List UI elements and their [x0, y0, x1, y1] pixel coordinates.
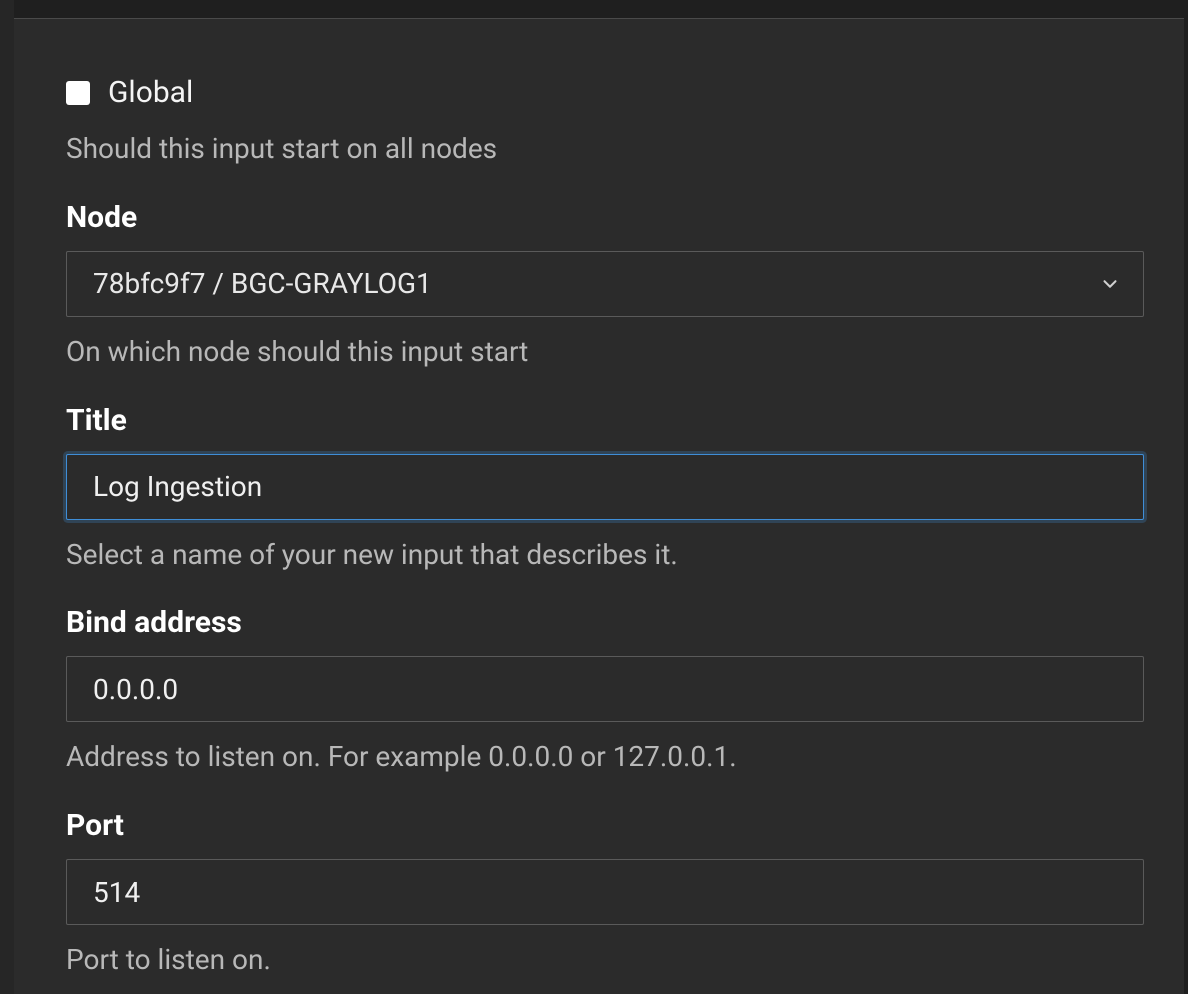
bind-address-help-text: Address to listen on. For example 0.0.0.… — [66, 738, 1144, 776]
node-field: Node 78bfc9f7 / BGC-GRAYLOG1 On which no… — [66, 200, 1144, 371]
title-input[interactable] — [66, 454, 1144, 520]
chevron-down-icon — [1099, 273, 1121, 295]
bind-address-input[interactable] — [66, 656, 1144, 722]
node-select[interactable]: 78bfc9f7 / BGC-GRAYLOG1 — [66, 251, 1144, 317]
input-config-form: Global Should this input start on all no… — [14, 19, 1184, 994]
bind-address-field: Bind address Address to listen on. For e… — [66, 605, 1144, 776]
port-input[interactable] — [66, 859, 1144, 925]
bind-address-label: Bind address — [66, 605, 1144, 640]
global-checkbox-row[interactable]: Global — [66, 75, 1144, 110]
node-help-text: On which node should this input start — [66, 333, 1144, 371]
title-label: Title — [66, 403, 1144, 438]
global-checkbox-label: Global — [108, 75, 193, 110]
node-label: Node — [66, 200, 1144, 235]
title-help-text: Select a name of your new input that des… — [66, 536, 1144, 574]
node-select-value: 78bfc9f7 / BGC-GRAYLOG1 — [93, 267, 432, 300]
app-window: Global Should this input start on all no… — [0, 0, 1188, 994]
global-checkbox[interactable] — [66, 81, 90, 105]
global-help-text: Should this input start on all nodes — [66, 130, 1144, 168]
port-help-text: Port to listen on. — [66, 941, 1144, 979]
left-gutter — [0, 0, 14, 994]
global-field: Global Should this input start on all no… — [66, 75, 1144, 168]
port-label: Port — [66, 808, 1144, 843]
form-panel: Global Should this input start on all no… — [14, 18, 1184, 994]
title-field: Title Select a name of your new input th… — [66, 403, 1144, 574]
port-field: Port Port to listen on. — [66, 808, 1144, 979]
